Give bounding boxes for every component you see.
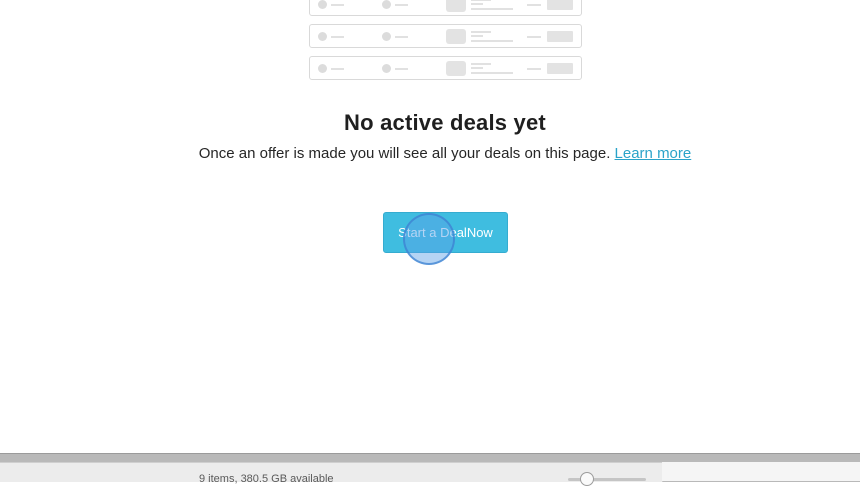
start-dealnow-button[interactable]: Start a DealNow: [383, 212, 508, 253]
empty-state-message-line: Once an offer is made you will see all y…: [0, 145, 860, 162]
finder-preview-pane: [662, 462, 860, 481]
status-bar-text: 9 items, 380.5 GB available: [199, 473, 334, 485]
learn-more-link[interactable]: Learn more: [615, 145, 692, 162]
deals-placeholder-illustration: [309, 0, 582, 88]
empty-state-title: No active deals yet: [344, 110, 546, 135]
placeholder-row: [309, 56, 582, 80]
empty-state-message: Once an offer is made you will see all y…: [198, 145, 611, 162]
placeholder-row: [309, 0, 582, 16]
slider-knob[interactable]: [580, 472, 594, 486]
placeholder-row: [309, 24, 582, 48]
